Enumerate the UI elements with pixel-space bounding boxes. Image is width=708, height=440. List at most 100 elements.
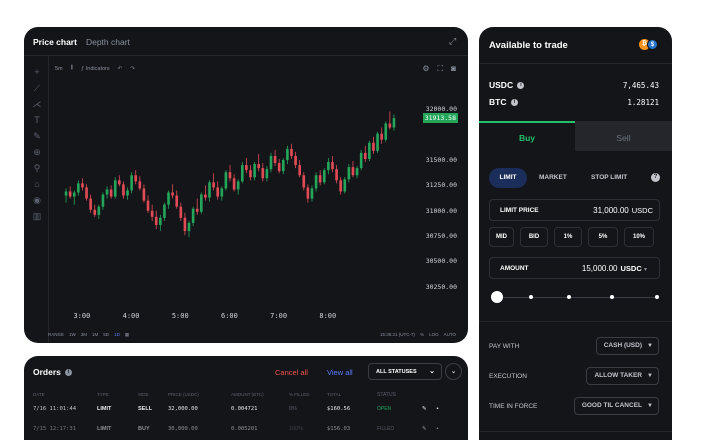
order-type: LIMIT xyxy=(97,406,112,412)
status-filter-value: ALL STATUSES xyxy=(376,369,417,375)
pay-with-dropdown[interactable]: CASH (USD) ▼ xyxy=(595,337,659,355)
col-side[interactable]: SIDE xyxy=(138,392,168,397)
candle xyxy=(113,177,117,199)
slider-step[interactable] xyxy=(567,295,571,299)
range-1w[interactable]: 1W xyxy=(69,332,76,338)
order-total: $156.03 xyxy=(327,426,351,432)
candle xyxy=(318,170,322,186)
candle xyxy=(327,157,330,175)
info-icon[interactable]: i xyxy=(510,99,518,107)
slider-step[interactable] xyxy=(529,295,533,299)
slider-step[interactable] xyxy=(655,295,659,299)
candle xyxy=(232,174,236,192)
candle xyxy=(101,192,105,210)
order-type-market[interactable]: MARKET xyxy=(539,168,567,188)
preset-bid[interactable]: BID xyxy=(520,227,548,247)
order-type-limit[interactable]: LIMIT xyxy=(489,168,527,188)
amount-slider[interactable] xyxy=(495,297,657,298)
info-icon[interactable]: i xyxy=(517,82,525,90)
tab-sell[interactable]: Sell xyxy=(575,121,672,151)
chevron-down-icon: ▾ xyxy=(643,267,647,273)
info-icon[interactable]: i xyxy=(65,369,73,377)
status-filter-dropdown[interactable]: ALL STATUSES ⌄ xyxy=(368,363,442,380)
time-in-force-label: TIME IN FORCE xyxy=(489,403,538,410)
time-in-force-value: GOOD TIL CANCEL xyxy=(581,402,642,409)
slider-step[interactable] xyxy=(610,295,614,299)
trash-icon[interactable]: ▪ xyxy=(437,426,439,432)
candle xyxy=(220,186,224,201)
candle xyxy=(179,202,183,221)
amount-field[interactable]: AMOUNT 15,000.00 USDC ▾ xyxy=(489,257,660,279)
range-1d[interactable]: 1D xyxy=(114,332,120,338)
range-label: RANGE xyxy=(48,332,65,337)
asset-pair-icon: ₿ $ xyxy=(639,39,659,50)
range-1m[interactable]: 1M xyxy=(92,332,98,338)
pay-with-value: CASH (USD) xyxy=(603,342,642,349)
col-amount[interactable]: AMOUNT (BTC) xyxy=(231,392,289,397)
edit-icon[interactable]: ✎ xyxy=(422,426,427,432)
balance-usdc: USDC i xyxy=(489,80,525,90)
order-amount: 0.005201 xyxy=(231,426,258,432)
candle xyxy=(97,204,101,219)
order-type-stop-limit[interactable]: STOP LIMIT xyxy=(591,168,627,188)
time-in-force-dropdown[interactable]: GOOD TIL CANCEL ▼ xyxy=(573,397,659,415)
amount-input[interactable]: 15,000.00 USDC ▾ xyxy=(582,264,647,273)
candle xyxy=(89,194,92,213)
table-row[interactable]: 7/15 12:17:31 LIMIT BUY 30,000.00 0.0052… xyxy=(33,419,458,439)
cancel-all-button[interactable]: Cancel all xyxy=(275,368,308,377)
range-5d[interactable]: 5D xyxy=(103,332,109,338)
calendar-icon[interactable]: ▦ xyxy=(125,332,129,338)
tab-buy[interactable]: Buy xyxy=(479,121,575,151)
candle xyxy=(281,157,285,175)
col-filled[interactable]: % FILLED xyxy=(289,392,327,397)
preset-mid[interactable]: MID xyxy=(489,227,514,247)
balance-asset: USDC xyxy=(489,80,514,90)
range-3m[interactable]: 3M xyxy=(81,332,87,338)
candle xyxy=(150,204,154,221)
scale-percent[interactable]: % xyxy=(420,332,424,337)
candle xyxy=(64,188,68,203)
help-icon[interactable]: ? xyxy=(651,173,660,182)
col-total[interactable]: TOTAL xyxy=(327,392,377,397)
candle xyxy=(146,195,150,213)
preset-1pct[interactable]: 1% xyxy=(554,227,582,247)
limit-price-input[interactable]: 31,000.00 USDC xyxy=(593,206,653,215)
collapse-button[interactable]: ⌄ xyxy=(445,363,462,380)
price-tick: 30250.00 xyxy=(425,282,457,291)
amount-label: AMOUNT xyxy=(500,265,529,272)
preset-5pct[interactable]: 5% xyxy=(588,227,618,247)
candle xyxy=(347,164,351,183)
col-date[interactable]: DATE xyxy=(33,392,97,397)
col-status[interactable]: STATUS xyxy=(377,392,422,398)
col-type[interactable]: TYPE xyxy=(97,392,138,397)
preset-10pct[interactable]: 10% xyxy=(624,227,654,247)
candle xyxy=(204,185,207,201)
col-price[interactable]: PRICE (USDC) xyxy=(168,392,231,397)
row-actions: ✎ ▪ xyxy=(422,406,458,412)
candle xyxy=(253,162,256,181)
view-all-link[interactable]: View all xyxy=(327,368,353,377)
price-tick: 30750.00 xyxy=(425,232,457,241)
execution-value: ALLOW TAKER xyxy=(594,372,642,379)
candlestick-plot[interactable] xyxy=(24,27,468,343)
scale-auto[interactable]: AUTO xyxy=(444,332,456,337)
candle xyxy=(212,173,215,191)
candle xyxy=(208,180,211,202)
candle xyxy=(142,184,146,203)
scale-log[interactable]: LOG xyxy=(429,332,439,337)
candle xyxy=(286,145,289,165)
table-row[interactable]: 7/16 11:01:44 LIMIT SELL 32,000.00 0.004… xyxy=(33,399,458,419)
candle xyxy=(368,140,371,162)
pay-with-label: PAY WITH xyxy=(489,343,520,350)
candle xyxy=(130,172,133,194)
edit-icon[interactable]: ✎ xyxy=(422,406,427,412)
candle xyxy=(314,172,318,192)
trash-icon[interactable]: ▪ xyxy=(437,406,439,412)
candle xyxy=(331,155,334,173)
limit-price-field[interactable]: LIMIT PRICE 31,000.00 USDC xyxy=(489,199,660,221)
candle xyxy=(363,145,367,163)
slider-handle[interactable] xyxy=(491,291,503,303)
candle xyxy=(171,184,174,199)
execution-dropdown[interactable]: ALLOW TAKER ▼ xyxy=(586,367,659,385)
candle xyxy=(224,170,228,191)
